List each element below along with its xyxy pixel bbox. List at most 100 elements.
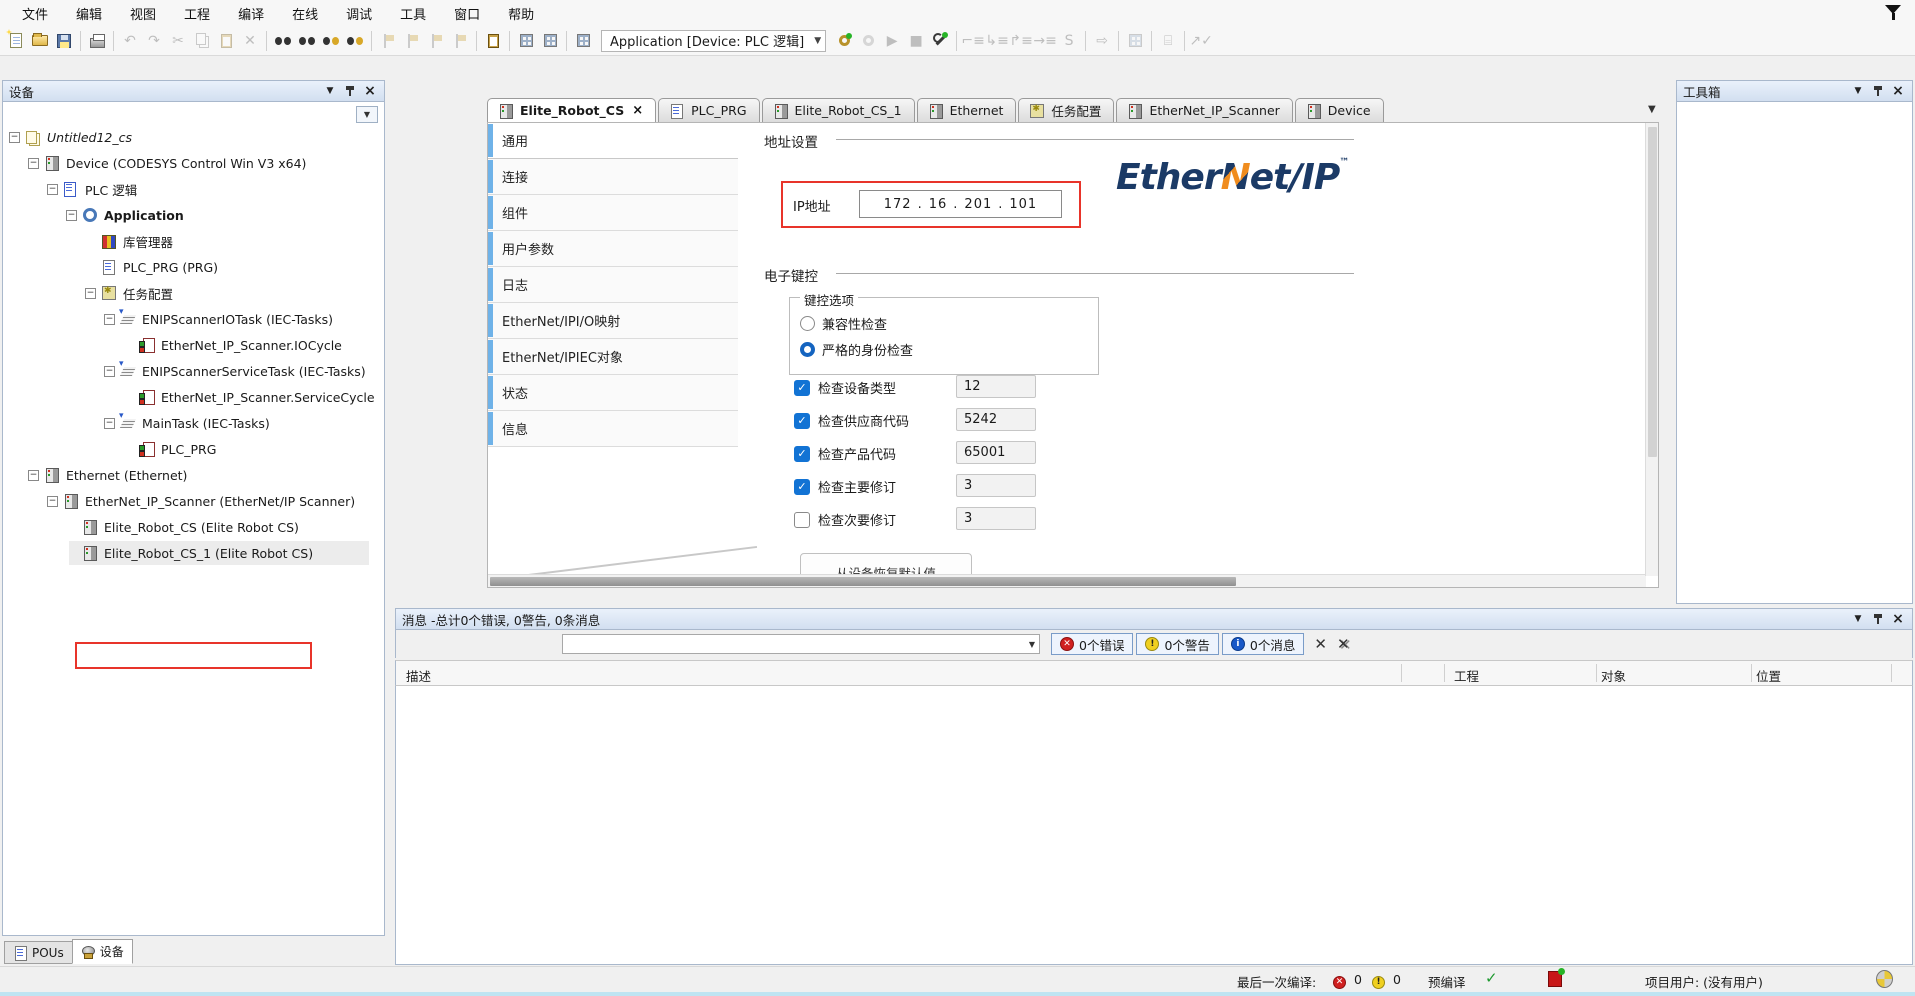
- menu-item-0[interactable]: 文件: [8, 0, 62, 27]
- radio-icon[interactable]: [800, 342, 815, 357]
- replace-objects-icon[interactable]: [344, 30, 366, 52]
- bookmark-icon[interactable]: [377, 30, 399, 52]
- replace-icon[interactable]: [296, 30, 318, 52]
- find-objects-icon[interactable]: [320, 30, 342, 52]
- tree-filter-dropdown[interactable]: ▼: [356, 106, 378, 123]
- filter-errors-button[interactable]: ✕0个错误: [1051, 633, 1133, 655]
- bottom-tab-POUs[interactable]: POUs: [4, 941, 73, 964]
- menu-item-7[interactable]: 工具: [386, 0, 440, 27]
- build-icon[interactable]: [515, 30, 537, 52]
- clear-all-messages-icon[interactable]: ✕: [1337, 635, 1350, 653]
- tree-item[interactable]: −ENIPScannerServiceTask (IEC-Tasks): [3, 358, 384, 384]
- checkbox-icon[interactable]: ✓: [794, 413, 810, 429]
- tab-close-icon[interactable]: ×: [632, 103, 643, 118]
- editor-nav-信息[interactable]: 信息: [488, 411, 738, 447]
- checkbox-icon[interactable]: ✓: [794, 446, 810, 462]
- keying-value-field-2[interactable]: 65001: [956, 441, 1036, 464]
- editor-vertical-scrollbar[interactable]: [1645, 123, 1658, 576]
- tree-expander-icon[interactable]: −: [28, 158, 39, 169]
- tree-item[interactable]: EtherNet_IP_Scanner.IOCycle: [3, 332, 384, 358]
- tree-item[interactable]: −任务配置: [3, 280, 384, 306]
- start-icon[interactable]: ▶: [881, 30, 903, 52]
- application-dropdown-icon[interactable]: ▼: [814, 36, 821, 46]
- radio-icon[interactable]: [800, 316, 815, 331]
- messages-pin-icon[interactable]: [1870, 612, 1886, 627]
- watch-icon[interactable]: ⌸: [1157, 30, 1179, 52]
- clear-message-icon[interactable]: ✕: [1314, 635, 1327, 653]
- save-icon[interactable]: [53, 30, 75, 52]
- filter-info-button[interactable]: i0个消息: [1222, 633, 1304, 655]
- tree-expander-icon[interactable]: −: [104, 418, 115, 429]
- tree-item[interactable]: Elite_Robot_CS_1 (Elite Robot CS): [3, 540, 384, 566]
- login-icon[interactable]: [833, 30, 855, 52]
- tree-item[interactable]: 库管理器: [3, 228, 384, 254]
- tree-expander-icon[interactable]: −: [85, 288, 96, 299]
- keying-value-field-3[interactable]: 3: [956, 474, 1036, 497]
- tree-expander-icon[interactable]: −: [104, 366, 115, 377]
- input-assistant-icon[interactable]: [482, 30, 504, 52]
- active-application-selector[interactable]: Application [Device: PLC 逻辑]▼: [601, 30, 826, 52]
- tab-overflow-icon[interactable]: ▼: [1648, 104, 1656, 115]
- message-category-combo[interactable]: ▼: [562, 634, 1040, 654]
- editor-nav-连接[interactable]: 连接: [488, 159, 738, 195]
- editor-tab-Elite_Robot_CS_1[interactable]: Elite_Robot_CS_1: [762, 98, 915, 122]
- hscroll-thumb[interactable]: [490, 577, 1236, 586]
- editor-nav-通用[interactable]: 通用: [488, 123, 738, 159]
- paste-icon[interactable]: [215, 30, 237, 52]
- tree-item[interactable]: EtherNet_IP_Scanner.ServiceCycle: [3, 384, 384, 410]
- force-values-icon[interactable]: ⇨: [1091, 30, 1113, 52]
- clear-bookmarks-icon[interactable]: [449, 30, 471, 52]
- generate-code-icon[interactable]: [539, 30, 561, 52]
- print-icon[interactable]: [86, 30, 108, 52]
- devices-pin-icon[interactable]: [342, 84, 358, 99]
- filter-icon[interactable]: [1883, 4, 1905, 22]
- editor-tab-Elite_Robot_CS[interactable]: Elite_Robot_CS×: [487, 98, 656, 122]
- editor-horizontal-scrollbar[interactable]: [488, 574, 1646, 587]
- toolbox-close-icon[interactable]: ×: [1890, 84, 1906, 99]
- bottom-tab-设备[interactable]: 设备: [72, 939, 133, 964]
- cut-icon[interactable]: ✂: [167, 30, 189, 52]
- menu-item-1[interactable]: 编辑: [62, 0, 116, 27]
- export-icon[interactable]: ↗✓: [1190, 30, 1212, 52]
- ip-address-field[interactable]: 172.16.201.101: [859, 190, 1062, 218]
- column-header-工程[interactable]: 工程: [1454, 666, 1479, 685]
- editor-tab-任务配置[interactable]: 任务配置: [1018, 98, 1114, 122]
- editor-nav-EtherNet/IPIEC对象[interactable]: EtherNet/IPIEC对象: [488, 339, 738, 375]
- update-device-icon[interactable]: [572, 30, 594, 52]
- keying-radio-0[interactable]: 兼容性检查: [800, 314, 887, 333]
- keying-check-2[interactable]: ✓检查产品代码: [794, 444, 896, 463]
- tree-item[interactable]: −Device (CODESYS Control Win V3 x64): [3, 150, 384, 176]
- editor-nav-组件[interactable]: 组件: [488, 195, 738, 231]
- single-cycle-icon[interactable]: S: [1058, 30, 1080, 52]
- tree-expander-icon[interactable]: −: [104, 314, 115, 325]
- tree-expander-icon[interactable]: −: [66, 210, 77, 221]
- tree-item[interactable]: Elite_Robot_CS (Elite Robot CS): [3, 514, 384, 540]
- keying-check-4[interactable]: 检查次要修订: [794, 510, 896, 529]
- keying-value-field-4[interactable]: 3: [956, 507, 1036, 530]
- tree-item[interactable]: −ENIPScannerIOTask (IEC-Tasks): [3, 306, 384, 332]
- editor-tab-Device[interactable]: Device: [1295, 98, 1384, 122]
- online-config-icon[interactable]: [929, 30, 951, 52]
- vscroll-thumb[interactable]: [1648, 127, 1657, 457]
- column-header-描述[interactable]: 描述: [406, 666, 431, 685]
- messages-close-icon[interactable]: ×: [1890, 612, 1906, 627]
- keying-radio-1[interactable]: 严格的身份检查: [800, 340, 913, 359]
- tree-expander-icon[interactable]: −: [47, 496, 58, 507]
- tree-item[interactable]: −Untitled12_cs: [3, 124, 384, 150]
- tree-expander-icon[interactable]: −: [47, 184, 58, 195]
- menu-item-3[interactable]: 工程: [170, 0, 224, 27]
- step-into-icon[interactable]: ↳≡: [986, 30, 1008, 52]
- logout-icon[interactable]: [857, 30, 879, 52]
- devices-dropdown-icon[interactable]: ▼: [322, 84, 338, 99]
- editor-tab-EtherNet_IP_Scanner[interactable]: EtherNet_IP_Scanner: [1116, 98, 1292, 122]
- column-header-对象[interactable]: 对象: [1601, 666, 1626, 685]
- step-out-icon[interactable]: ↱≡: [1010, 30, 1032, 52]
- redo-icon[interactable]: ↷: [143, 30, 165, 52]
- checkbox-icon[interactable]: ✓: [794, 380, 810, 396]
- keying-check-1[interactable]: ✓检查供应商代码: [794, 411, 909, 430]
- visualization-icon[interactable]: [1124, 30, 1146, 52]
- toolbox-pin-icon[interactable]: [1870, 84, 1886, 99]
- checkbox-icon[interactable]: ✓: [794, 479, 810, 495]
- delete-icon[interactable]: ✕: [239, 30, 261, 52]
- menu-item-6[interactable]: 调试: [332, 0, 386, 27]
